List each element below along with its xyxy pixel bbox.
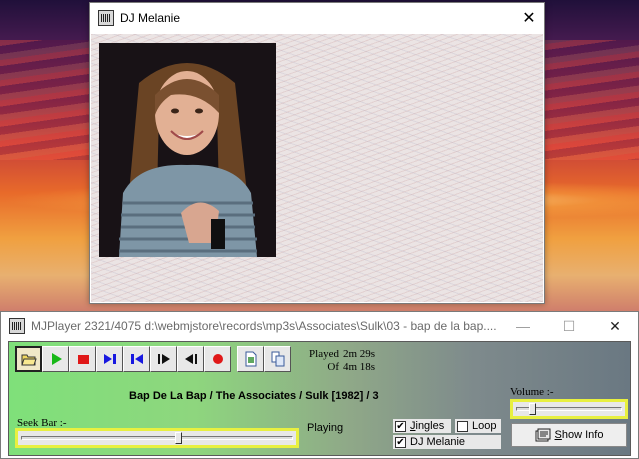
seek-track [21,436,293,440]
document-copy-icon [271,351,284,367]
rewind-button[interactable] [177,346,204,372]
player-title: MJPlayer 2321/4075 d:\webmjstore\records… [31,319,497,333]
jingles-check-box[interactable]: ✔ [395,420,406,432]
seek-bar[interactable] [15,428,299,448]
volume-label: Volume :- [510,386,554,398]
loop-check-box[interactable] [457,420,468,432]
played-label: Played [309,348,339,360]
minimize-button[interactable]: — [500,312,546,340]
transport-controls [15,346,291,376]
jingles-label: ingles [415,420,445,432]
open-folder-button[interactable] [15,346,42,372]
app-icon [98,10,114,26]
skip-previous-icon [130,354,143,364]
volume-slider[interactable] [510,399,628,419]
dj-checkbox[interactable]: ✔ DJ Melanie [393,435,501,449]
player-titlebar[interactable]: MJPlayer 2321/4075 d:\webmjstore\records… [1,312,638,340]
volume-thumb[interactable] [529,403,536,415]
stop-button[interactable] [69,346,96,372]
dj-check-box[interactable]: ✔ [395,436,406,448]
skip-next-icon [103,354,116,364]
document-export-icon [245,351,256,367]
show-info-label: how Info [561,429,604,441]
show-info-accel: S [554,429,562,441]
player-panel: Played 2m 29s Of 4m 18s Bap De La Bap / … [8,341,631,456]
export-button[interactable] [237,346,264,372]
info-card-icon [535,428,551,442]
dj-window-close-button[interactable]: ✕ [514,3,544,33]
played-value: 2m 29s [343,348,376,360]
of-label: Of [327,361,339,373]
total-value: 4m 18s [343,361,376,373]
seek-thumb[interactable] [175,432,182,444]
stop-icon [77,355,89,364]
dj-melanie-window: DJ Melanie ✕ [89,2,545,304]
player-close-button[interactable]: ✕ [592,312,638,340]
mjplayer-window: MJPlayer 2321/4075 d:\webmjstore\records… [0,311,639,459]
step-back-icon [184,354,197,364]
copy-button[interactable] [264,346,291,372]
app-icon [9,318,25,334]
play-button[interactable] [42,346,69,372]
time-readout: Played 2m 29s Of 4m 18s [305,348,375,374]
dj-window-titlebar[interactable]: DJ Melanie ✕ [90,3,544,33]
loop-label: Loop [472,420,497,432]
previous-track-button[interactable] [123,346,150,372]
show-info-button[interactable]: Show Info [511,423,627,447]
dj-photo [99,43,276,257]
record-button[interactable] [204,346,231,372]
dj-photo-image [99,43,276,257]
playback-status: Playing [307,422,344,434]
dj-window-title: DJ Melanie [120,11,181,25]
folder-open-icon [20,354,37,366]
jingles-checkbox[interactable]: ✔ Jingles [393,419,451,433]
track-title: Bap De La Bap / The Associates / Sulk [1… [129,390,379,402]
dj-label: DJ Melanie [410,436,466,448]
options-group: ✔ Jingles Loop ✔ DJ Melanie [393,419,501,449]
fast-forward-button[interactable] [150,346,177,372]
loop-checkbox[interactable]: Loop [455,419,501,433]
maximize-button[interactable]: ☐ [546,312,592,340]
record-icon [212,354,223,364]
step-forward-icon [157,354,170,364]
next-track-button[interactable] [96,346,123,372]
play-icon [51,353,62,365]
dj-window-client [91,34,543,302]
